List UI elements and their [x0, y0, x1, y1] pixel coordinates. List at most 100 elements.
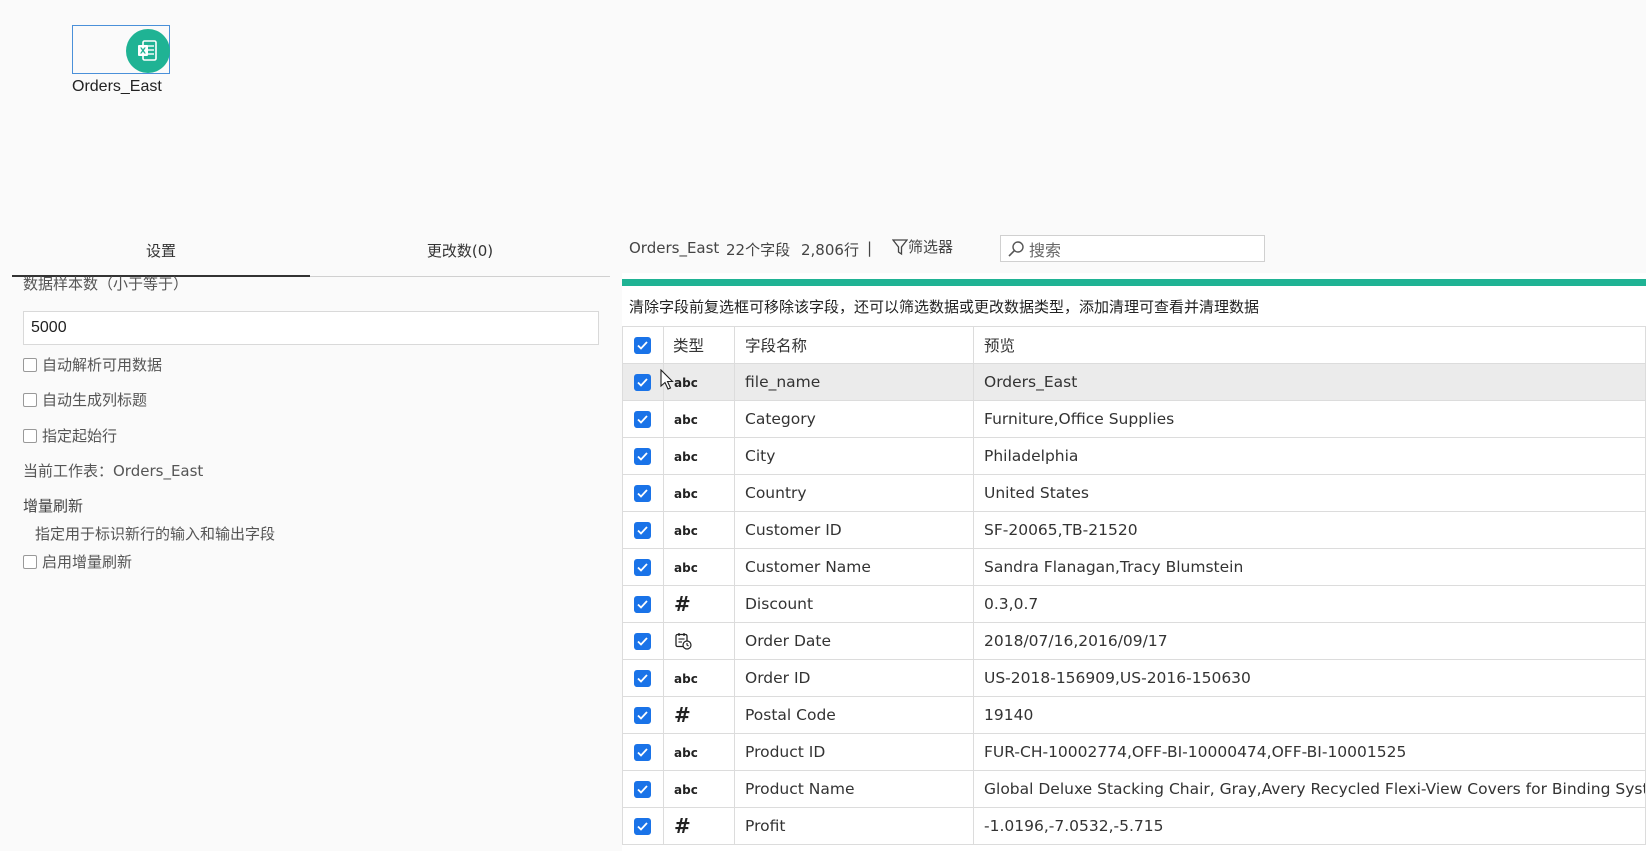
row-checkbox-cell	[622, 548, 664, 586]
type-cell: #	[663, 585, 735, 623]
preview-cell: Furniture,Office Supplies	[973, 400, 1646, 438]
field-checkbox[interactable]	[634, 558, 651, 576]
field-name-cell: file_name	[734, 363, 974, 401]
node-selection-box[interactable]: X	[72, 25, 170, 74]
field-checkbox[interactable]	[634, 595, 651, 613]
row-checkbox-cell	[622, 363, 664, 401]
svg-text:X: X	[140, 47, 147, 56]
preview-cell: 19140	[973, 696, 1646, 734]
row-checkbox-cell	[622, 585, 664, 623]
field-name-cell: Customer Name	[734, 548, 974, 586]
table-row[interactable]: abc Category Furniture,Office Supplies	[622, 400, 1646, 438]
hint-text: 清除字段前复选框可移除该字段，还可以筛选数据或更改数据类型，添加清理可查看并清理…	[629, 298, 1260, 316]
table-header-row: 类型 字段名称 预览	[622, 326, 1646, 364]
row-checkbox-cell	[622, 474, 664, 512]
type-cell: abc	[663, 733, 735, 771]
preview-cell: SF-20065,TB-21520	[973, 511, 1646, 549]
search-placeholder: 搜索	[1029, 240, 1062, 260]
table-row[interactable]: abc Product Name Global Deluxe Stacking Ch…	[622, 770, 1646, 808]
select-all-cell	[622, 326, 664, 364]
table-row[interactable]: abc Customer ID SF-20065,TB-21520	[622, 511, 1646, 549]
auto-parse-checkbox[interactable]	[23, 357, 37, 372]
preview-cell: FUR-CH-10002774,OFF-BI-10000474,OFF-BI-1…	[973, 733, 1646, 771]
toolbar-separator: |	[867, 239, 873, 257]
option-auto-parse[interactable]: 自动解析可用数据	[23, 354, 162, 375]
number-type-icon[interactable]: #	[674, 592, 691, 616]
preview-cell: Philadelphia	[973, 437, 1646, 475]
table-row[interactable]: abc Customer Name Sandra Flanagan,Tracy Bl…	[622, 548, 1646, 586]
field-checkbox[interactable]	[634, 484, 651, 502]
accent-bar	[622, 279, 1646, 286]
sample-size-label: 数据样本数（小于等于）	[23, 275, 189, 293]
field-checkbox[interactable]	[634, 817, 651, 835]
field-checkbox[interactable]	[634, 669, 651, 687]
start-row-checkbox[interactable]	[23, 428, 37, 443]
string-type-icon[interactable]: abc	[674, 487, 698, 501]
filter-label: 筛选器	[908, 238, 954, 256]
table-row[interactable]: abc Product ID FUR-CH-10002774,OFF-BI-1000…	[622, 733, 1646, 771]
table-row[interactable]: Order Date 2018/07/16,2016/09/17	[622, 622, 1646, 660]
string-type-icon[interactable]: abc	[674, 524, 698, 538]
row-checkbox-cell	[622, 400, 664, 438]
field-checkbox[interactable]	[634, 743, 651, 761]
dataset-name: Orders_East	[629, 239, 720, 257]
string-type-icon[interactable]: abc	[674, 746, 698, 760]
number-type-icon[interactable]: #	[674, 814, 691, 838]
number-type-icon[interactable]: #	[674, 703, 691, 727]
string-type-icon[interactable]: abc	[674, 672, 698, 686]
incremental-refresh-label: 启用增量刷新	[42, 553, 133, 571]
type-cell: abc	[663, 400, 735, 438]
field-checkbox[interactable]	[634, 373, 651, 391]
field-checkbox[interactable]	[634, 521, 651, 539]
tab-settings[interactable]: 设置	[12, 232, 310, 277]
table-row[interactable]: # Profit -1.0196,-7.0532,-5.715	[622, 807, 1646, 845]
option-incremental-refresh[interactable]: 启用增量刷新	[23, 551, 132, 572]
string-type-icon[interactable]: abc	[674, 561, 698, 575]
string-type-icon[interactable]: abc	[674, 450, 698, 464]
start-row-label: 指定起始行	[42, 427, 118, 445]
field-name-cell: Order ID	[734, 659, 974, 697]
field-checkbox[interactable]	[634, 706, 651, 724]
header-type: 类型	[663, 326, 735, 364]
incremental-refresh-checkbox[interactable]	[23, 554, 37, 569]
field-name-cell: Category	[734, 400, 974, 438]
preview-cell: 2018/07/16,2016/09/17	[973, 622, 1646, 660]
row-checkbox-cell	[622, 733, 664, 771]
table-row[interactable]: abc file_name Orders_East	[622, 363, 1646, 401]
search-input[interactable]: 搜索	[1000, 235, 1265, 262]
tab-changes[interactable]: 更改数(0)	[310, 232, 610, 276]
field-name-cell: Customer ID	[734, 511, 974, 549]
string-type-icon[interactable]: abc	[674, 783, 698, 797]
preview-cell: US-2018-156909,US-2016-150630	[973, 659, 1646, 697]
row-checkbox-cell	[622, 511, 664, 549]
field-checkbox[interactable]	[634, 447, 651, 465]
string-type-icon[interactable]: abc	[674, 376, 698, 390]
filter-button[interactable]: 筛选器	[892, 236, 953, 257]
row-count: 2,806行	[801, 241, 859, 259]
sample-size-input[interactable]: 5000	[23, 311, 599, 345]
row-checkbox-cell	[622, 622, 664, 660]
type-cell	[663, 622, 735, 660]
header-field-name: 字段名称	[734, 326, 974, 364]
field-checkbox[interactable]	[634, 632, 651, 650]
option-start-row[interactable]: 指定起始行	[23, 425, 117, 446]
select-all-checkbox[interactable]	[634, 336, 651, 354]
table-row[interactable]: # Discount 0.3,0.7	[622, 585, 1646, 623]
auto-header-checkbox[interactable]	[23, 392, 37, 407]
settings-tabs: 设置 更改数(0)	[12, 232, 610, 277]
field-checkbox[interactable]	[634, 780, 651, 798]
type-cell: abc	[663, 474, 735, 512]
table-row[interactable]: abc Country United States	[622, 474, 1646, 512]
table-row[interactable]: abc City Philadelphia	[622, 437, 1646, 475]
string-type-icon[interactable]: abc	[674, 413, 698, 427]
type-cell: abc	[663, 363, 735, 401]
type-cell: abc	[663, 659, 735, 697]
field-checkbox[interactable]	[634, 410, 651, 428]
table-row[interactable]: abc Order ID US-2018-156909,US-2016-150630	[622, 659, 1646, 697]
table-row[interactable]: # Postal Code 19140	[622, 696, 1646, 734]
date-type-icon[interactable]	[674, 632, 692, 650]
filter-icon	[892, 238, 908, 256]
search-icon	[1007, 240, 1025, 258]
option-auto-header[interactable]: 自动生成列标题	[23, 389, 147, 410]
row-checkbox-cell	[622, 696, 664, 734]
